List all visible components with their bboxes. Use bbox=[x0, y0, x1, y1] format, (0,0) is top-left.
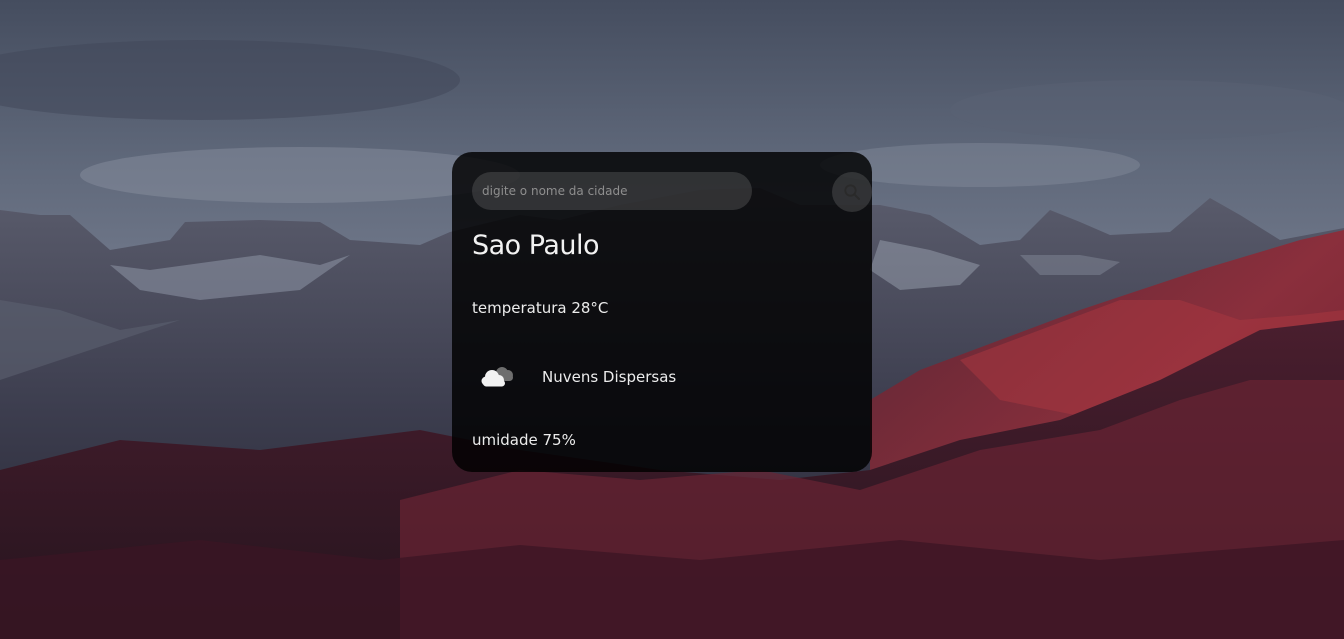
search-row bbox=[472, 172, 872, 212]
weather-description: Nuvens Dispersas bbox=[542, 368, 677, 386]
weather-description-row: Nuvens Dispersas bbox=[472, 352, 676, 402]
weather-app: Sao Paulo temperatura 28°C bbox=[0, 0, 1344, 639]
search-icon bbox=[844, 184, 860, 200]
city-name: Sao Paulo bbox=[472, 230, 600, 261]
temperature-text: temperatura 28°C bbox=[472, 299, 609, 317]
humidity-text: umidade 75% bbox=[472, 431, 576, 449]
scattered-clouds-icon bbox=[472, 352, 522, 402]
city-search-input[interactable] bbox=[472, 172, 752, 210]
weather-card: Sao Paulo temperatura 28°C bbox=[452, 152, 872, 472]
search-button[interactable] bbox=[832, 172, 872, 212]
